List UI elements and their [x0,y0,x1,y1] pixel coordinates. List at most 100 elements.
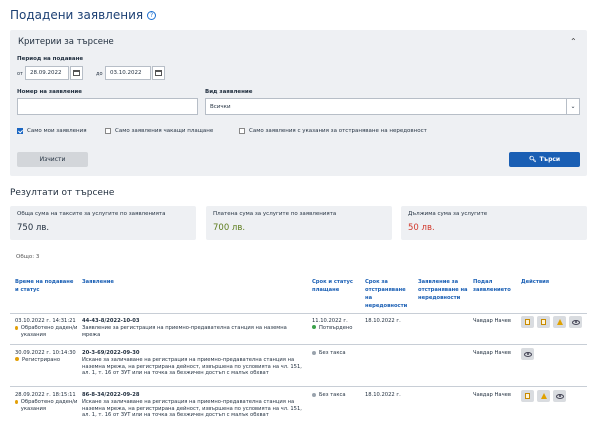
summary-total-label: Обща сума на таксите за услугите по заяв… [17,211,166,217]
chevron-down-icon: ⌄ [566,99,579,114]
summary-paid-value: 700 лв. [213,223,246,233]
search-button-label: Търси [539,156,561,163]
view-button[interactable] [521,348,534,360]
row-actions [521,348,534,360]
row-applicant: Чавдар Начев [473,318,511,324]
header-divider [10,313,587,314]
table-row: 30.09.2022 г. 10:14:30 Регистрирано [15,350,79,364]
col-applicant[interactable]: Подал заявлението [473,278,517,294]
row-payment-cell: Без такса [312,392,362,399]
status-dot [15,399,18,404]
summary-due-box: Дължима сума за услугите 50 лв. [401,206,587,240]
row-payment-cell: 11.10.2022 г. Потвърдено [312,318,362,332]
row-deadline: 18.10.2022 г. [365,392,401,398]
view-button[interactable] [553,390,566,402]
document-button[interactable] [521,390,534,402]
checkbox-awaiting-payment-row[interactable]: Само заявления чакащи плащане [105,128,213,134]
calendar-icon [73,70,80,76]
checkbox-mine[interactable] [17,128,23,134]
row-applicant: Чавдар Начев [473,350,511,356]
page-title: Подадени заявления [10,8,144,22]
checkbox-mine-row[interactable]: Само мои заявления [17,128,87,134]
col-fixed[interactable]: Заявление за отстраняване на нередовност… [418,278,468,302]
payment-status-dot [312,325,316,330]
to-label: до [96,71,103,77]
checkbox-instructions[interactable] [239,128,245,134]
status-dot [15,325,18,330]
chevron-up-icon[interactable]: ⌃ [570,37,577,46]
table-row: 28.09.2022 г. 18:15:11 Обработено даден/… [15,392,79,412]
summary-total-value: 750 лв. [17,223,50,233]
warning-button[interactable] [553,316,566,328]
type-label: Вид заявление [205,89,253,95]
row-actions [521,390,566,402]
payment-status-dot [312,392,316,397]
row-actions [521,316,582,328]
eye-icon [523,351,532,357]
payment-status-dot [312,350,316,355]
row-number[interactable]: 20-3-69/2022-09-30 [82,350,306,357]
col-time[interactable]: Време на подаване и статус [15,278,77,294]
clear-button[interactable]: Изчисти [17,152,88,167]
eye-icon [555,393,564,399]
page-title-wrap: Подадени заявления ? [10,8,157,22]
col-payment[interactable]: Срок и статус плащане [312,278,360,294]
checkbox-awaiting-payment-label: Само заявления чакащи плащане [115,128,214,134]
status-dot [15,357,19,362]
document-edit-icon [541,319,546,325]
row-payment-date: 11.10.2022 г. [312,318,348,324]
warning-button[interactable] [537,390,550,402]
row-payment-cell: Без такса [312,350,362,357]
row-status: Регистрирано [22,356,60,363]
col-deadline[interactable]: Срок за отстраняване на нередовности [365,278,413,310]
calendar-icon [155,70,162,76]
eye-icon [571,319,580,325]
date-to-input[interactable]: 03.10.2022 [105,66,151,80]
summary-paid-label: Платена сума за услугите по заявленията [213,211,337,217]
help-icon[interactable]: ? [147,10,157,20]
summary-due-label: Дължима сума за услугите [408,211,488,217]
summary-total-box: Обща сума на таксите за услугите по заяв… [10,206,196,240]
search-icon: 🔍︎ [528,156,537,163]
row-status: Обработено даден/и указания [20,324,78,338]
number-label: Номер на заявление [17,89,82,95]
row-application-cell: 44-43-8/2022-10-03 Заявление за регистра… [82,318,306,338]
total-count: Общо: 3 [16,254,40,260]
row-deadline: 18.10.2022 г. [365,318,401,324]
row-time: 30.09.2022 г. 10:14:30 [15,350,76,356]
row-number[interactable]: 86-8-34/2022-09-28 [82,392,306,399]
application-type-select[interactable]: Всички ⌄ [205,98,580,115]
row-divider [10,344,587,345]
col-application[interactable]: Заявление [82,278,162,286]
document-icon [525,319,530,325]
row-description: Искане за заличаване на регистрация на п… [82,356,302,377]
row-number[interactable]: 44-43-8/2022-10-03 [82,318,306,325]
row-description: Заявление за регистрация на приемно-пред… [82,324,287,338]
row-payment-status: Без такса [319,350,346,356]
document-button[interactable] [521,316,534,328]
results-title: Резултати от търсене [10,188,115,198]
view-button[interactable] [569,316,582,328]
warning-icon [556,319,563,325]
row-applicant: Чавдар Начев [473,392,511,398]
date-from-input[interactable]: 28.09.2022 [25,66,69,80]
period-label: Период на подаване [17,56,84,62]
row-application-cell: 20-3-69/2022-09-30 Искане за заличаване … [82,350,306,377]
checkbox-awaiting-payment[interactable] [105,128,111,134]
application-type-value: Всички [210,103,231,110]
row-description: Искане за заличаване на регистрация на п… [82,398,302,419]
summary-due-value: 50 лв. [408,223,435,233]
calendar-to-button[interactable] [152,66,165,80]
checkbox-instructions-row[interactable]: Само заявления с указания за отстраняван… [239,128,427,134]
search-button[interactable]: 🔍︎ Търси [509,152,580,167]
document-icon [525,393,530,399]
summary-paid-box: Платена сума за услугите по заявленията … [206,206,392,240]
row-status: Обработено даден/и указания [20,398,78,412]
application-number-input[interactable] [17,98,198,115]
table-row: 03.10.2022 г. 14:31:21 Обработено даден/… [15,318,79,338]
calendar-from-button[interactable] [70,66,83,80]
warning-icon [540,393,547,399]
col-actions: Действия [521,279,550,285]
document-edit-button[interactable] [537,316,550,328]
checkbox-mine-label: Само мои заявления [27,128,87,134]
